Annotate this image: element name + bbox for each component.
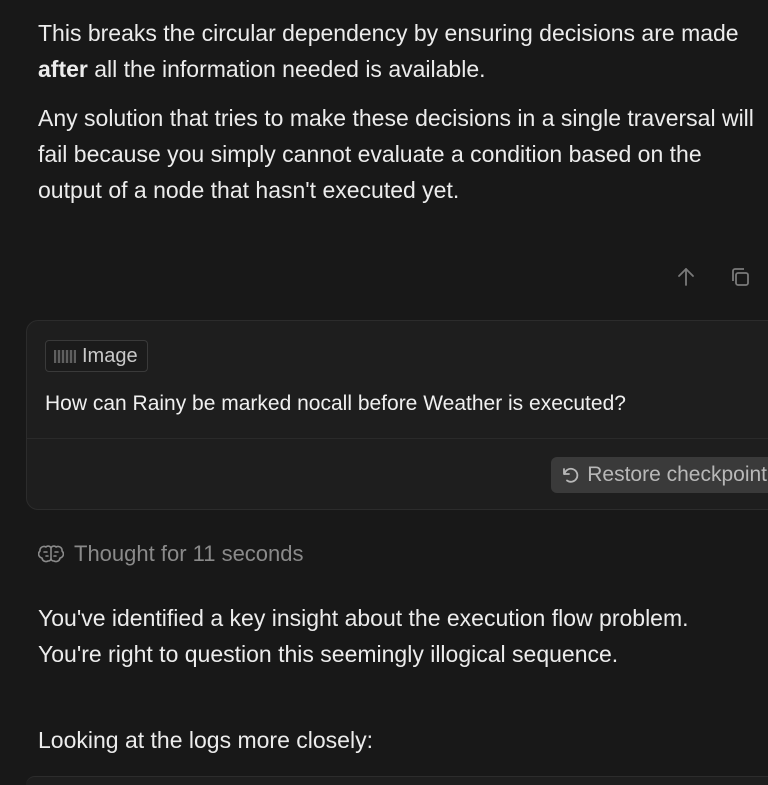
paragraph-text: You've identified a key insight about th… xyxy=(38,605,689,667)
thought-label: Thought for 11 seconds xyxy=(74,541,304,566)
paragraph-text: This breaks the circular dependency by e… xyxy=(38,20,739,46)
chat-page: This breaks the circular dependency by e… xyxy=(0,0,768,785)
image-attachment-chip[interactable]: Image xyxy=(45,340,148,372)
assistant-paragraph-3: You've identified a key insight about th… xyxy=(38,600,754,672)
paragraph-text: all the information needed is available. xyxy=(87,56,486,82)
undo-icon xyxy=(563,467,579,483)
assistant-paragraph-4: Looking at the logs more closely: xyxy=(38,722,754,758)
assistant-paragraph-2: Any solution that tries to make these de… xyxy=(38,100,754,208)
brain-icon xyxy=(38,545,64,563)
restore-label: Restore checkpoint xyxy=(587,463,767,486)
paragraph-text: Any solution that tries to make these de… xyxy=(38,105,754,203)
message-actions xyxy=(674,265,752,289)
user-message-card: Image How can Rainy be marked nocall bef… xyxy=(26,320,768,510)
attachment-label: Image xyxy=(82,344,138,367)
paragraph-text: Looking at the logs more closely: xyxy=(38,727,373,753)
restore-checkpoint-button[interactable]: Restore checkpoint xyxy=(551,457,768,493)
thought-toggle[interactable]: Thought for 11 seconds xyxy=(38,541,304,567)
copy-icon[interactable] xyxy=(728,265,752,289)
assistant-paragraph-1: This breaks the circular dependency by e… xyxy=(38,15,754,87)
image-thumbnail-icon xyxy=(54,349,76,363)
card-divider xyxy=(27,438,768,439)
next-block-edge xyxy=(26,776,768,785)
user-question: How can Rainy be marked nocall before We… xyxy=(45,392,626,415)
bold-text: after xyxy=(38,56,88,82)
arrow-up-icon[interactable] xyxy=(674,265,698,289)
